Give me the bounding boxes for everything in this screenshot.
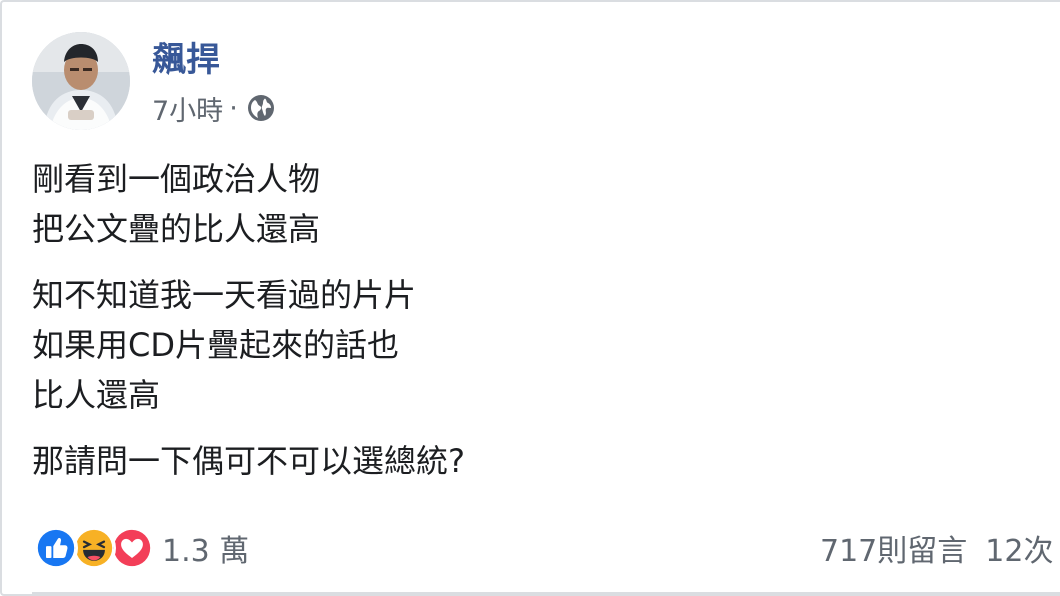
post-header: 飆捍 7小時 · xyxy=(32,32,632,132)
meta-separator: · xyxy=(229,92,238,124)
love-icon xyxy=(110,526,154,570)
engagement-stats: 717則留言 12次 xyxy=(820,526,1053,570)
divider xyxy=(32,592,1060,594)
author-avatar[interactable] xyxy=(32,32,130,130)
post-line: 比人還高 xyxy=(32,376,161,414)
post-paragraph: 知不知道我一天看過的片片 如果用CD片疊起來的話也 比人還高 xyxy=(32,270,1032,420)
post-meta: 7小時 · xyxy=(152,89,276,128)
post-line: 剛看到一個政治人物 xyxy=(32,160,321,198)
share-count[interactable]: 12次 xyxy=(985,526,1053,570)
author-name[interactable]: 飆捍 xyxy=(152,40,220,80)
post-line: 把公文疊的比人還高 xyxy=(32,210,321,248)
post-footer: 1.3 萬 717則留言 12次 xyxy=(2,518,1060,578)
reaction-count[interactable]: 1.3 萬 xyxy=(162,526,249,570)
avatar-photo xyxy=(32,32,130,130)
post-line: 如果用CD片疊起來的話也 xyxy=(32,326,399,364)
haha-icon xyxy=(72,526,116,570)
post-card: 飆捍 7小時 · 剛看到一個政治人物 把公文疊的比人還高 知不知道我一天看過的片… xyxy=(0,0,1060,596)
post-body: 剛看到一個政治人物 把公文疊的比人還高 知不知道我一天看過的片片 如果用CD片疊… xyxy=(32,154,1032,502)
post-time[interactable]: 7小時 xyxy=(152,89,223,128)
like-icon xyxy=(34,526,78,570)
post-paragraph: 剛看到一個政治人物 把公文疊的比人還高 xyxy=(32,154,1032,254)
post-line: 那請問一下偶可不可以選總統? xyxy=(32,442,465,480)
globe-icon[interactable] xyxy=(246,93,276,123)
reactions-summary[interactable]: 1.3 萬 xyxy=(34,526,249,570)
comment-count[interactable]: 717則留言 xyxy=(820,526,967,570)
post-paragraph: 那請問一下偶可不可以選總統? xyxy=(32,436,1032,486)
post-line: 知不知道我一天看過的片片 xyxy=(32,276,417,314)
